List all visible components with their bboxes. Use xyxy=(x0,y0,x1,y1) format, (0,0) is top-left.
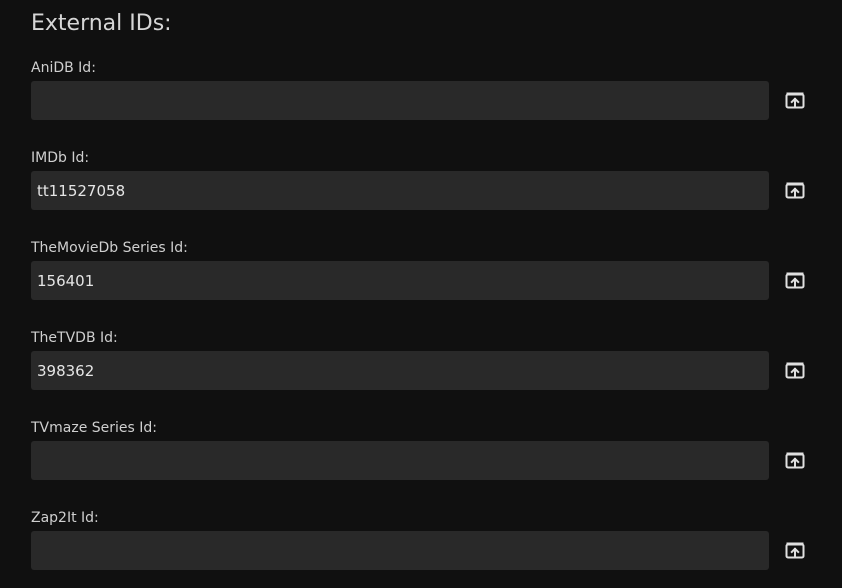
imdb-label: IMDb Id: xyxy=(31,150,90,166)
external-ids-form: AniDB Id: IMDb Id: TheMovieDb Series Id: xyxy=(31,58,821,588)
open-external-icon xyxy=(785,542,805,559)
field-tvdb: TheTVDB Id: xyxy=(31,328,821,418)
anidb-label: AniDB Id: xyxy=(31,60,96,76)
tvmaze-label: TVmaze Series Id: xyxy=(31,420,157,436)
anidb-open-button[interactable] xyxy=(781,86,809,114)
tvmaze-input[interactable] xyxy=(31,441,769,480)
tvdb-label: TheTVDB Id: xyxy=(31,330,118,346)
field-zap2it: Zap2It Id: xyxy=(31,508,821,588)
tmdb-label: TheMovieDb Series Id: xyxy=(31,240,188,256)
field-tvmaze: TVmaze Series Id: xyxy=(31,418,821,508)
imdb-input[interactable] xyxy=(31,171,769,210)
field-tmdb: TheMovieDb Series Id: xyxy=(31,238,821,328)
open-external-icon xyxy=(785,272,805,289)
open-external-icon xyxy=(785,362,805,379)
field-imdb: IMDb Id: xyxy=(31,148,821,238)
page-title: External IDs: xyxy=(31,11,172,36)
zap2it-label: Zap2It Id: xyxy=(31,510,99,526)
tmdb-input[interactable] xyxy=(31,261,769,300)
open-external-icon xyxy=(785,452,805,469)
tvdb-input[interactable] xyxy=(31,351,769,390)
zap2it-open-button[interactable] xyxy=(781,536,809,564)
anidb-input[interactable] xyxy=(31,81,769,120)
open-external-icon xyxy=(785,92,805,109)
tmdb-open-button[interactable] xyxy=(781,266,809,294)
field-anidb: AniDB Id: xyxy=(31,58,821,148)
tvmaze-open-button[interactable] xyxy=(781,446,809,474)
imdb-open-button[interactable] xyxy=(781,176,809,204)
tvdb-open-button[interactable] xyxy=(781,356,809,384)
zap2it-input[interactable] xyxy=(31,531,769,570)
open-external-icon xyxy=(785,182,805,199)
